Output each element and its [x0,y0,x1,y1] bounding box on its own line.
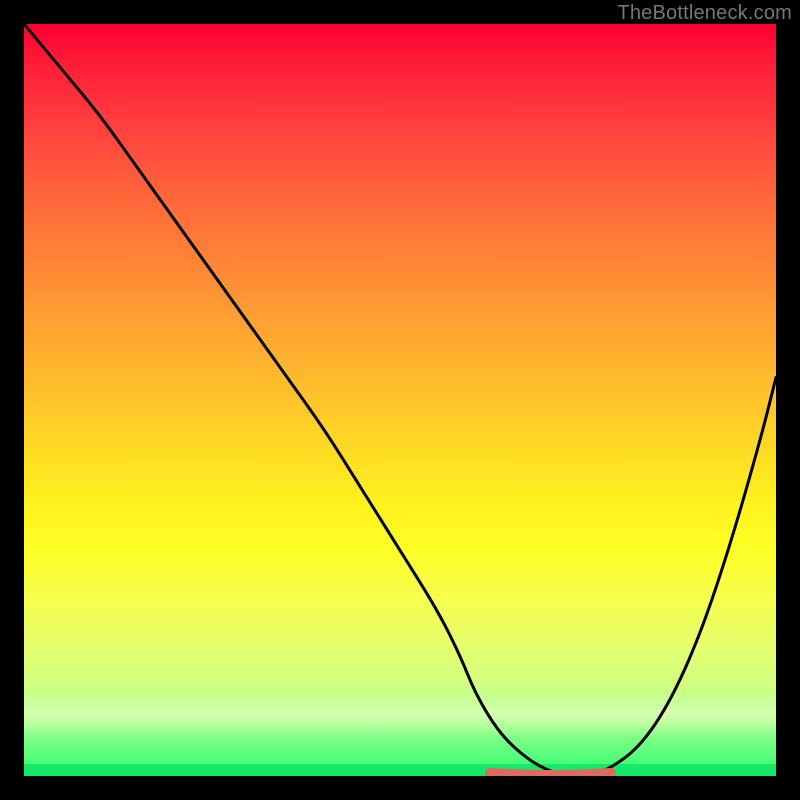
plot-area [24,24,776,776]
green-baseline [24,764,776,776]
chart-frame: TheBottleneck.com [0,0,800,800]
highlight-band [24,690,776,738]
watermark-text: TheBottleneck.com [617,2,792,25]
curve-line [24,24,776,776]
bottleneck-curve [24,24,776,776]
